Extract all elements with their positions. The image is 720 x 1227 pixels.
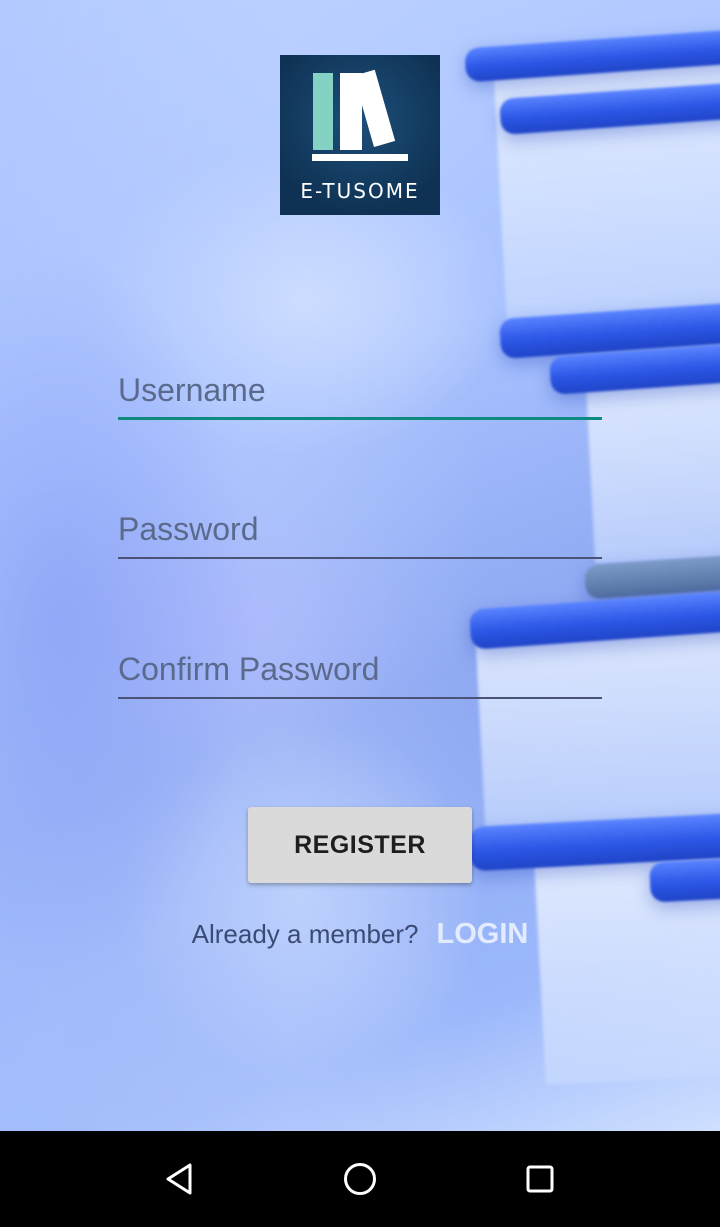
- home-button[interactable]: [330, 1149, 390, 1209]
- login-prompt-row: Already a member? LOGIN: [0, 918, 720, 951]
- back-triangle-icon: [166, 1163, 192, 1195]
- confirm-password-field-container: [118, 643, 602, 699]
- screen: E-TUSOME REGISTER Already a member? LOGIN: [0, 0, 720, 1227]
- recents-button[interactable]: [510, 1149, 570, 1209]
- username-underline: [118, 417, 602, 420]
- recents-square-icon: [526, 1165, 554, 1193]
- password-field-container: [118, 503, 602, 559]
- username-input[interactable]: [118, 364, 602, 416]
- confirm-password-underline: [118, 697, 602, 699]
- back-button[interactable]: [150, 1149, 210, 1209]
- confirm-password-input[interactable]: [118, 643, 602, 695]
- username-field-container: [118, 364, 602, 420]
- register-button[interactable]: REGISTER: [248, 807, 472, 883]
- password-underline: [118, 557, 602, 559]
- password-input[interactable]: [118, 503, 602, 555]
- already-member-text: Already a member?: [191, 919, 419, 949]
- logo-text: E-TUSOME: [300, 179, 420, 203]
- app-logo: E-TUSOME: [280, 55, 440, 215]
- home-circle-icon: [344, 1163, 376, 1195]
- register-screen: E-TUSOME REGISTER Already a member? LOGIN: [0, 0, 720, 1131]
- login-link[interactable]: LOGIN: [437, 918, 529, 950]
- system-navigation-bar: [0, 1131, 720, 1227]
